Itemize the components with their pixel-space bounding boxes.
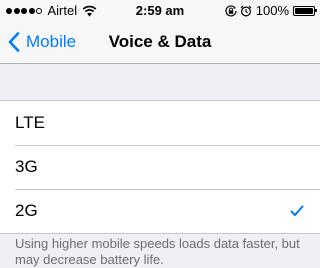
navigation-bar: Mobile Voice & Data bbox=[0, 20, 320, 64]
battery-icon bbox=[293, 5, 317, 16]
network-options-list: LTE 3G 2G bbox=[0, 100, 320, 234]
alarm-icon bbox=[240, 5, 252, 17]
status-bar: Airtel 2:59 am 100% bbox=[0, 0, 320, 20]
battery-percent: 100% bbox=[255, 3, 289, 18]
orientation-lock-icon bbox=[225, 4, 237, 16]
checkmark-icon bbox=[290, 205, 304, 216]
option-lte[interactable]: LTE bbox=[0, 101, 320, 145]
footer-note: Using higher mobile speeds loads data fa… bbox=[15, 236, 300, 267]
option-label: LTE bbox=[15, 113, 45, 132]
option-3g[interactable]: 3G bbox=[0, 145, 320, 189]
battery-fill bbox=[295, 7, 313, 14]
option-2g[interactable]: 2G bbox=[0, 189, 320, 233]
battery-tip bbox=[315, 9, 317, 12]
option-label: 2G bbox=[15, 201, 38, 220]
status-right: 100% bbox=[225, 3, 317, 18]
back-button-label: Mobile bbox=[26, 32, 77, 51]
option-label: 3G bbox=[15, 157, 38, 176]
back-button[interactable]: Mobile bbox=[8, 20, 76, 64]
chevron-left-icon bbox=[8, 32, 20, 52]
